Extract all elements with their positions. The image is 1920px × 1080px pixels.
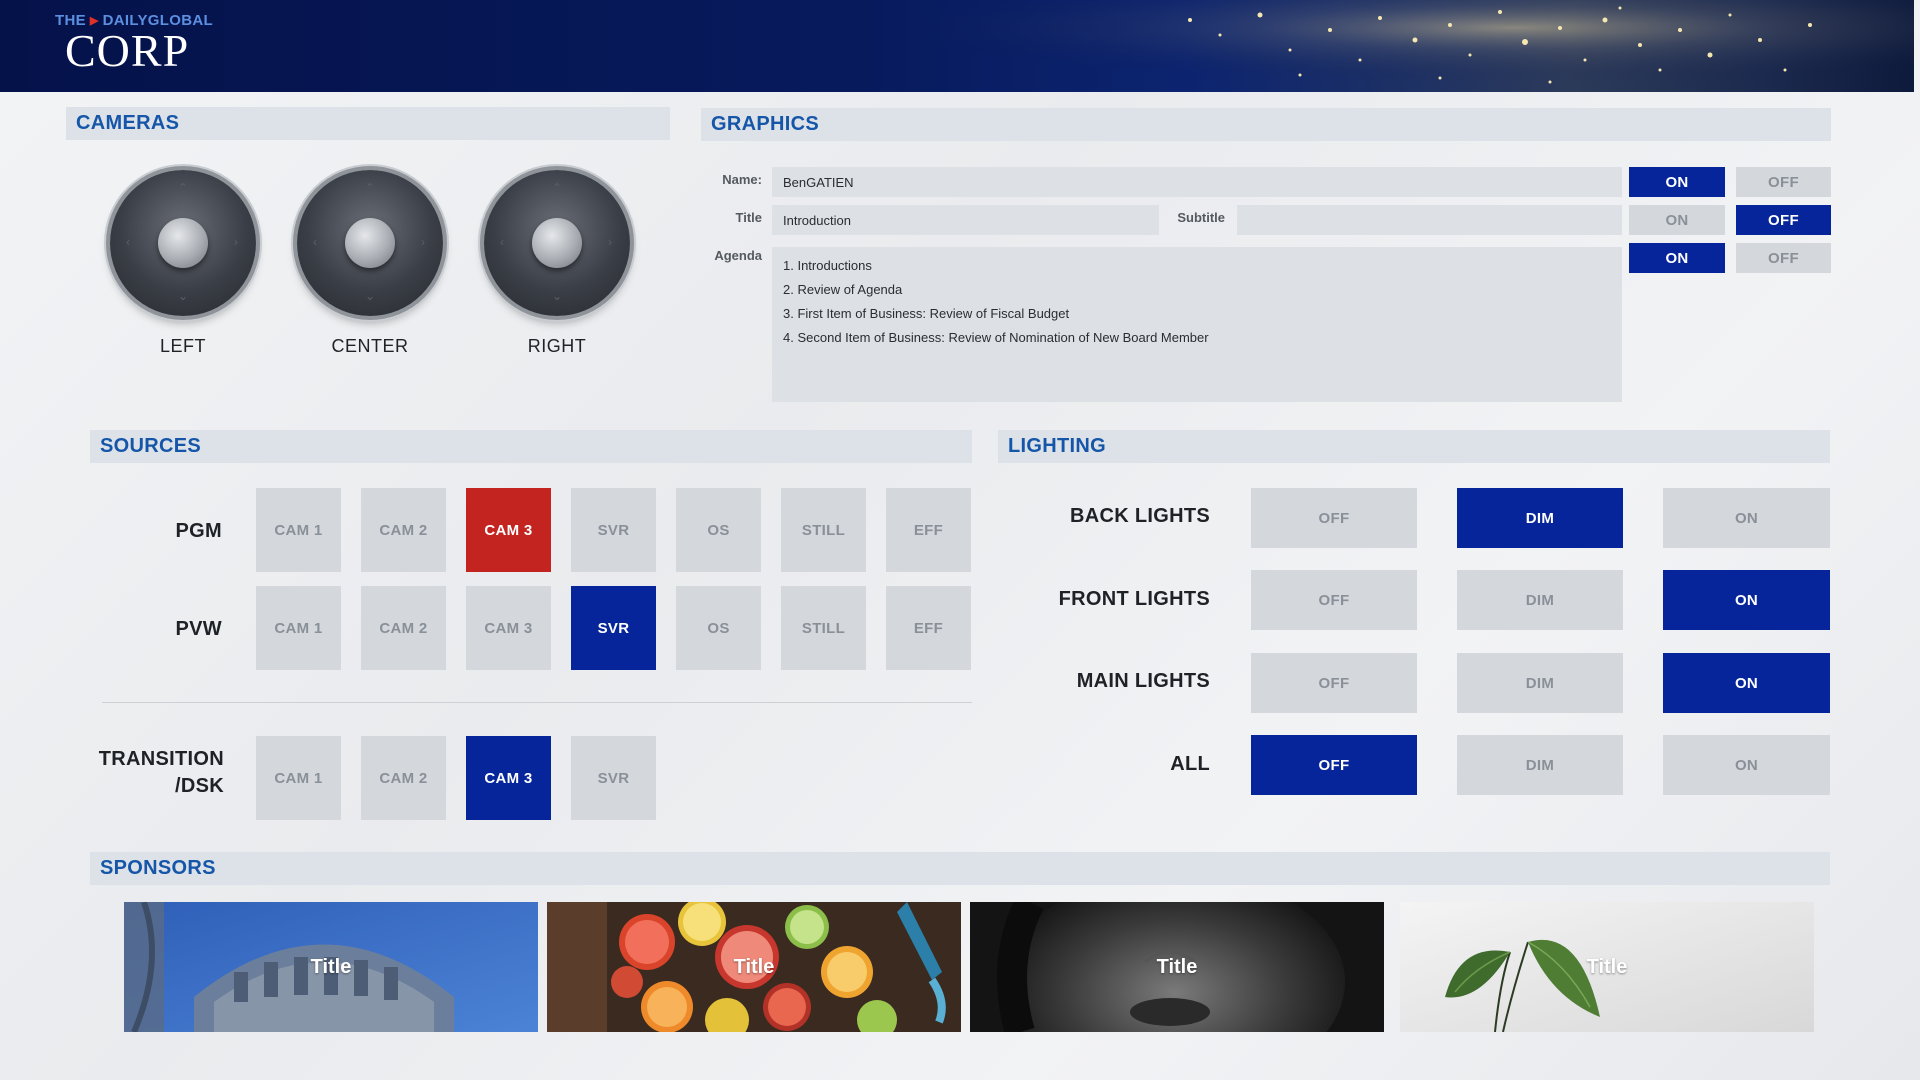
main-lights-on-button[interactable]: ON	[1663, 653, 1830, 713]
agenda-on-button[interactable]: ON	[1629, 243, 1725, 273]
agenda-off-button[interactable]: OFF	[1736, 243, 1831, 273]
title-label: Title	[735, 210, 763, 225]
front-lights-label: FRONT LIGHTS	[1058, 588, 1210, 610]
camera-label-left: LEFT	[159, 336, 206, 356]
sponsor-card[interactable]: Title	[970, 902, 1384, 1032]
main-lights-label: MAIN LIGHTS	[1076, 670, 1210, 692]
pvw-label: PVW	[175, 618, 222, 640]
joystick-left[interactable]: ⌃ ⌄ ‹ ›	[110, 170, 256, 316]
arrow-left-icon: ‹	[313, 235, 317, 249]
agenda-item: 3. First Item of Business: Review of Fis…	[783, 306, 1070, 321]
arrow-left-icon: ‹	[126, 235, 130, 249]
camera-label-right: RIGHT	[527, 336, 587, 356]
front-lights-on-button[interactable]: ON	[1663, 570, 1830, 630]
pvw-cam3-button[interactable]: CAM 3	[466, 586, 551, 670]
logo: THE ▶ DAILYGLOBAL CORP	[55, 12, 213, 76]
transition-label-line2: /DSK	[175, 775, 224, 797]
joystick-knob[interactable]	[532, 218, 582, 268]
transition-cam1-button[interactable]: CAM 1	[256, 736, 341, 820]
name-label: Name:	[722, 172, 762, 187]
pgm-cam1-button[interactable]: CAM 1	[256, 488, 341, 572]
sponsor-title: Title	[1586, 955, 1628, 978]
joystick-center[interactable]: ⌃ ⌄ ‹ ›	[297, 170, 443, 316]
pvw-eff-button[interactable]: EFF	[886, 586, 971, 670]
main-lights-off-button[interactable]: OFF	[1251, 653, 1417, 713]
arrow-down-icon: ⌄	[365, 289, 376, 303]
back-lights-off-button[interactable]: OFF	[1251, 488, 1417, 548]
sources-header: SOURCES	[90, 430, 972, 463]
logo-corp: CORP	[65, 25, 190, 76]
lighting-header: LIGHTING	[998, 430, 1830, 463]
sponsor-title: Title	[733, 955, 775, 978]
pvw-os-button[interactable]: OS	[676, 586, 761, 670]
sponsor-card[interactable]: Title	[547, 902, 961, 1032]
back-lights-label: BACK LIGHTS	[1070, 505, 1210, 527]
sponsor-card[interactable]: Title	[1400, 902, 1814, 1032]
joystick-right[interactable]: ⌃ ⌄ ‹ ›	[484, 170, 630, 316]
pgm-os-button[interactable]: OS	[676, 488, 761, 572]
back-lights-on-button[interactable]: ON	[1663, 488, 1830, 548]
pgm-cam3-button[interactable]: CAM 3	[466, 488, 551, 572]
sponsor-title: Title	[310, 955, 352, 978]
arrow-right-icon: ›	[421, 235, 425, 249]
title-field[interactable]: Introduction	[772, 205, 1159, 235]
front-lights-dim-button[interactable]: DIM	[1457, 570, 1623, 630]
all-lights-label: ALL	[1170, 753, 1210, 775]
subtitle-label: Subtitle	[1177, 210, 1225, 225]
subtitle-field[interactable]	[1237, 205, 1622, 235]
transition-svr-button[interactable]: SVR	[571, 736, 656, 820]
pvw-still-button[interactable]: STILL	[781, 586, 866, 670]
joystick-knob[interactable]	[345, 218, 395, 268]
back-lights-dim-button[interactable]: DIM	[1457, 488, 1623, 548]
arrow-down-icon: ⌄	[552, 289, 563, 303]
agenda-field[interactable]: 1. Introductions 2. Review of Agenda 3. …	[772, 247, 1622, 402]
arrow-left-icon: ‹	[500, 235, 504, 249]
joystick-knob[interactable]	[158, 218, 208, 268]
pgm-svr-button[interactable]: SVR	[571, 488, 656, 572]
transition-cam2-button[interactable]: CAM 2	[361, 736, 446, 820]
main-lights-dim-button[interactable]: DIM	[1457, 653, 1623, 713]
arrow-right-icon: ›	[234, 235, 238, 249]
pgm-still-button[interactable]: STILL	[781, 488, 866, 572]
agenda-item: 1. Introductions	[783, 258, 872, 273]
sponsors-header: SPONSORS	[90, 852, 1830, 885]
transition-cam3-button[interactable]: CAM 3	[466, 736, 551, 820]
graphics-header: GRAPHICS	[701, 108, 1831, 141]
agenda-item: 4. Second Item of Business: Review of No…	[783, 330, 1209, 345]
agenda-item: 2. Review of Agenda	[783, 282, 903, 297]
cameras-header: CAMERAS	[66, 107, 670, 140]
sources-divider	[102, 702, 972, 703]
pvw-svr-button[interactable]: SVR	[571, 586, 656, 670]
pvw-cam1-button[interactable]: CAM 1	[256, 586, 341, 670]
all-lights-off-button[interactable]: OFF	[1251, 735, 1417, 795]
top-banner: THE ▶ DAILYGLOBAL CORP	[0, 0, 1914, 92]
name-on-button[interactable]: ON	[1629, 167, 1725, 197]
front-lights-off-button[interactable]: OFF	[1251, 570, 1417, 630]
camera-label-center: CENTER	[331, 336, 409, 356]
transition-label-line1: TRANSITION	[98, 748, 224, 770]
name-off-button[interactable]: OFF	[1736, 167, 1831, 197]
arrow-up-icon: ⌃	[552, 181, 563, 195]
sponsor-card[interactable]: Title	[124, 902, 538, 1032]
pvw-cam2-button[interactable]: CAM 2	[361, 586, 446, 670]
pgm-eff-button[interactable]: EFF	[886, 488, 971, 572]
city-lights-image	[860, 0, 1914, 92]
pgm-cam2-button[interactable]: CAM 2	[361, 488, 446, 572]
arrow-right-icon: ›	[608, 235, 612, 249]
agenda-label: Agenda	[714, 248, 762, 263]
sponsor-title: Title	[1156, 955, 1198, 978]
arrow-up-icon: ⌃	[365, 181, 376, 195]
arrow-down-icon: ⌄	[178, 289, 189, 303]
all-lights-on-button[interactable]: ON	[1663, 735, 1830, 795]
arrow-up-icon: ⌃	[178, 181, 189, 195]
name-field[interactable]: BenGATIEN	[772, 167, 1622, 197]
all-lights-dim-button[interactable]: DIM	[1457, 735, 1623, 795]
title-off-button[interactable]: OFF	[1736, 205, 1831, 235]
pgm-label: PGM	[175, 520, 222, 542]
title-on-button[interactable]: ON	[1629, 205, 1725, 235]
